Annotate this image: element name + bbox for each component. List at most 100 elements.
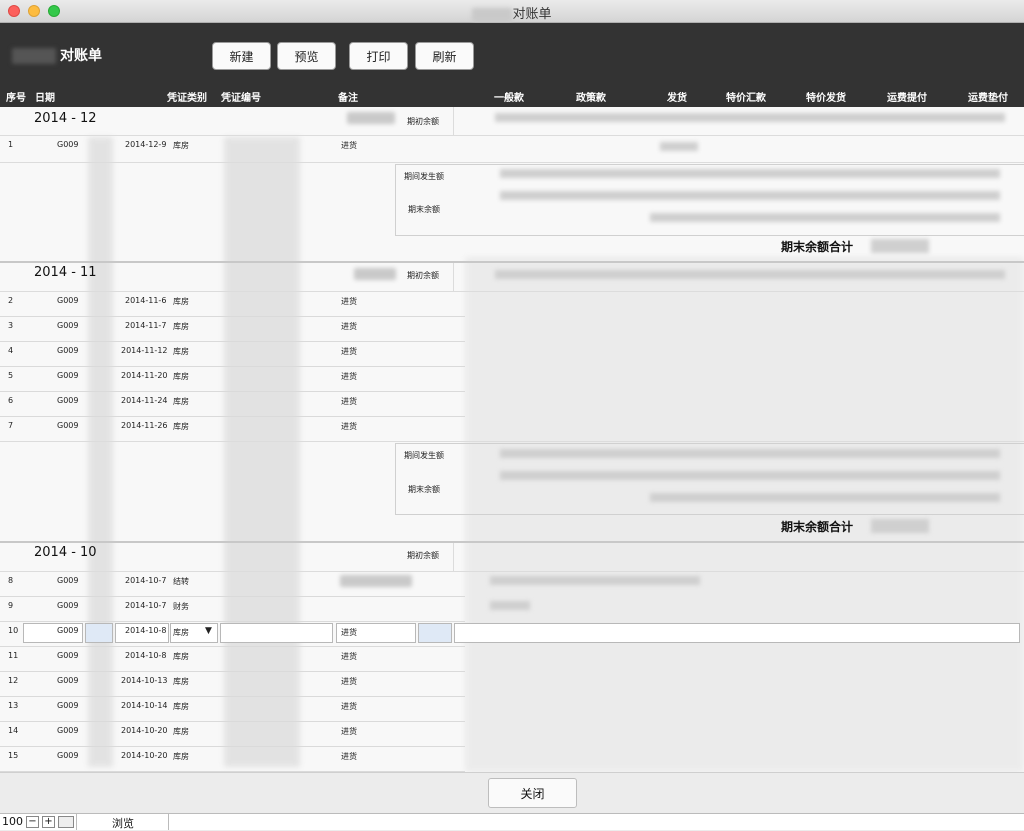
edit-field[interactable] xyxy=(418,623,452,643)
redacted-values xyxy=(500,191,1000,200)
redacted-name xyxy=(12,48,56,64)
divider xyxy=(0,162,1024,163)
row-divider xyxy=(0,646,465,647)
edit-field[interactable] xyxy=(85,623,113,643)
row-code: G009 xyxy=(57,321,79,330)
row-voucher-type: 库房 xyxy=(173,347,189,356)
table-row[interactable]: 1 G009 2014-12-9 库房 进货 xyxy=(0,137,465,161)
row-number: 10 xyxy=(8,626,19,635)
row-number: 4 xyxy=(8,346,14,355)
statement-content[interactable]: 2014 - 12 期初余额 1 G009 2014-12-9 库房 进货 期间… xyxy=(0,107,1024,772)
opening-balance-label: 期初余额 xyxy=(407,271,439,280)
table-row[interactable]: 11 G009 2014-10-8 库房 进货 xyxy=(0,648,465,672)
row-date: 2014-10-8 xyxy=(125,626,167,635)
row-code: G009 xyxy=(57,296,79,305)
table-row[interactable]: 5 G009 2014-11-20 库房 进货 xyxy=(0,368,465,392)
row-number: 13 xyxy=(8,701,19,710)
table-row[interactable]: 12 G009 2014-10-13 库房 进货 xyxy=(0,673,465,697)
row-remark: 进货 xyxy=(341,652,357,661)
row-remark: 进货 xyxy=(341,397,357,406)
table-row[interactable]: 13 G009 2014-10-14 库房 进货 xyxy=(0,698,465,722)
dropdown-arrow-icon[interactable]: ▼ xyxy=(205,626,212,636)
row-number: 6 xyxy=(8,396,14,405)
redacted-name xyxy=(472,7,513,22)
row-date: 2014-10-7 xyxy=(125,601,167,610)
col-header: 运费垫付 xyxy=(968,93,1008,104)
row-divider xyxy=(0,596,465,597)
row-number: 11 xyxy=(8,651,19,660)
period-amount-label: 期间发生额 xyxy=(404,172,444,181)
table-row[interactable]: 9 G009 2014-10-7 财务 xyxy=(0,598,465,622)
table-row[interactable]: 7 G009 2014-11-26 库房 进货 xyxy=(0,418,465,442)
row-voucher-type: 结转 xyxy=(173,577,189,586)
opening-balance-label: 期初余额 xyxy=(407,551,439,560)
row-date: 2014-11-24 xyxy=(121,396,168,405)
table-row[interactable]: 14 G009 2014-10-20 库房 进货 xyxy=(0,723,465,747)
row-divider xyxy=(0,621,465,622)
redacted-values xyxy=(650,213,1000,222)
table-row[interactable]: 6 G009 2014-11-24 库房 进货 xyxy=(0,393,465,417)
window-titlebar: 对账单 xyxy=(0,0,1024,23)
redacted-remark xyxy=(340,575,412,587)
col-header: 序号 xyxy=(6,93,26,104)
preview-button[interactable]: 预览 xyxy=(277,42,336,70)
table-row[interactable]: 4 G009 2014-11-12 库房 进货 xyxy=(0,343,465,367)
row-voucher-type: 库房 xyxy=(173,677,189,686)
close-button[interactable]: 关闭 xyxy=(488,778,577,808)
voucher-type-select[interactable]: 库房 ▼ xyxy=(170,623,218,643)
col-header: 日期 xyxy=(35,93,55,104)
toolbar-header: 对账单 新建 预览 打印 刷新 序号 日期 凭证类别 凭证编号 备注 一般款 政… xyxy=(0,23,1024,107)
voucher-number-field[interactable] xyxy=(220,623,333,643)
amount-fields[interactable] xyxy=(454,623,1020,643)
row-number: 2 xyxy=(8,296,14,305)
row-remark: 进货 xyxy=(341,141,357,150)
zoom-out-icon[interactable]: − xyxy=(26,816,39,828)
period-title: 2014 - 10 xyxy=(34,545,97,560)
divider xyxy=(76,814,77,830)
footer-bar: 关闭 xyxy=(0,772,1024,814)
print-button[interactable]: 打印 xyxy=(349,42,408,70)
remark-field[interactable]: 进货 xyxy=(336,623,416,643)
toggle-toolbar-icon[interactable] xyxy=(58,816,74,828)
row-remark: 进货 xyxy=(341,422,357,431)
row-divider xyxy=(0,671,465,672)
table-row-editing[interactable]: 10 G009 2014-10-8 库房 ▼ 进货 xyxy=(0,623,1024,647)
redacted-values xyxy=(490,576,700,585)
new-button[interactable]: 新建 xyxy=(212,42,271,70)
row-code: G009 xyxy=(57,140,79,149)
row-number: 3 xyxy=(8,321,14,330)
col-header: 凭证类别 xyxy=(167,93,207,104)
column-header-row: 序号 日期 凭证类别 凭证编号 备注 一般款 政策款 发货 特价汇款 特价发货 … xyxy=(0,87,1024,107)
selected-voucher-type: 库房 xyxy=(173,628,189,637)
table-row[interactable]: 2 G009 2014-11-6 库房 进货 xyxy=(0,293,465,317)
closing-balance-label: 期末余额 xyxy=(408,205,440,214)
redacted-total xyxy=(871,519,929,533)
divider xyxy=(168,814,169,830)
row-date: 2014-11-7 xyxy=(125,321,167,330)
refresh-button[interactable]: 刷新 xyxy=(415,42,474,70)
row-date: 2014-10-20 xyxy=(121,751,168,760)
divider xyxy=(0,135,1024,136)
row-number: 5 xyxy=(8,371,14,380)
redacted-value xyxy=(354,268,396,280)
row-number: 9 xyxy=(8,601,14,610)
row-divider xyxy=(0,341,465,342)
row-number: 12 xyxy=(8,676,19,685)
period-amount-label: 期间发生额 xyxy=(404,451,444,460)
col-header: 特价发货 xyxy=(806,93,846,104)
row-remark: 进货 xyxy=(341,677,357,686)
row-number: 8 xyxy=(8,576,14,585)
row-code: G009 xyxy=(57,626,79,635)
row-code: G009 xyxy=(57,701,79,710)
closing-total-label: 期末余额合计 xyxy=(781,520,854,534)
row-remark: 进货 xyxy=(341,322,357,331)
status-bar: 100 − + 浏览 xyxy=(0,813,1024,830)
row-number: 7 xyxy=(8,421,14,430)
row-divider xyxy=(0,316,465,317)
table-row[interactable]: 15 G009 2014-10-20 库房 进货 xyxy=(0,748,465,772)
opening-balance-cells xyxy=(453,543,1024,571)
table-row[interactable]: 3 G009 2014-11-7 库房 进货 xyxy=(0,318,465,342)
row-divider xyxy=(0,366,465,367)
zoom-in-icon[interactable]: + xyxy=(42,816,55,828)
row-code: G009 xyxy=(57,576,79,585)
